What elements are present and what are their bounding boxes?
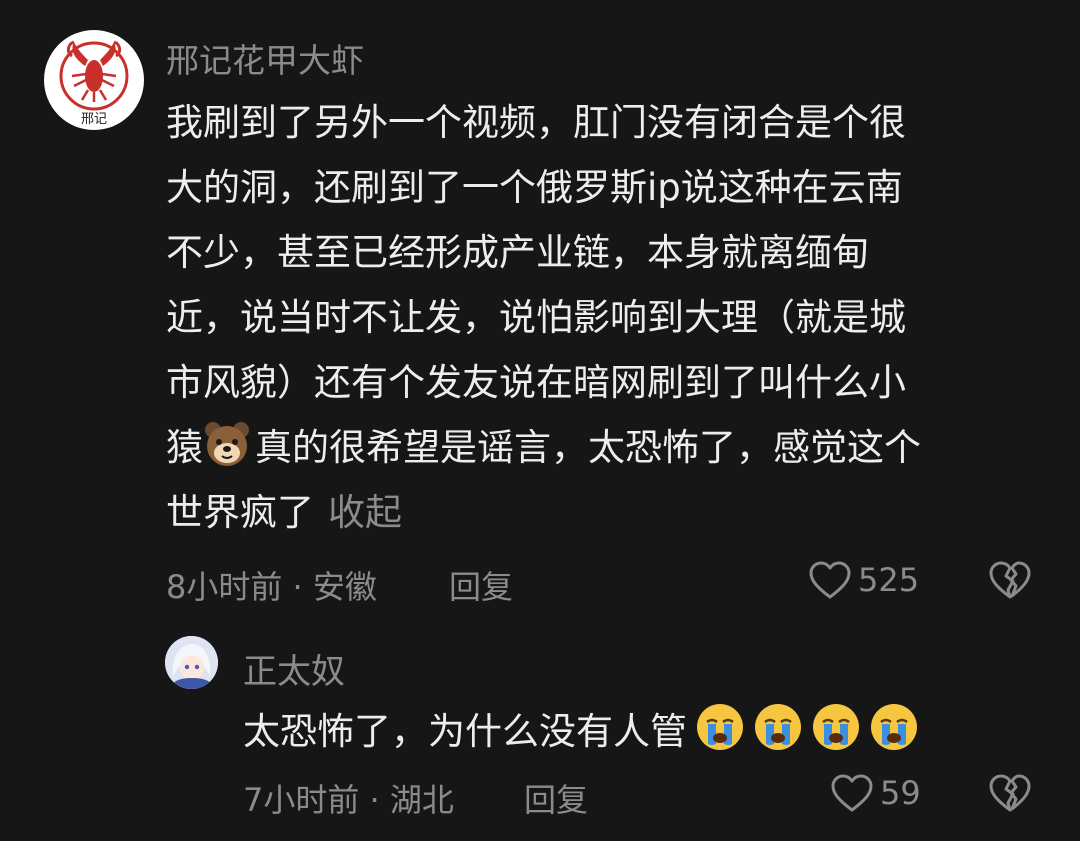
- comment-body: 我刷到了另外一个视频，肛门没有闭合是个很 大的洞，还刷到了一个俄罗斯ip说这种在…: [166, 90, 1026, 545]
- reply-text: 太恐怖了，为什么没有人管: [243, 710, 687, 753]
- reply-body: 太恐怖了，为什么没有人管: [243, 702, 1043, 762]
- like-count: 525: [858, 561, 920, 599]
- comment-line: 猿 真的很希望是谣言，太恐怖了，感觉这个: [166, 415, 1026, 480]
- like-button[interactable]: 525: [808, 560, 919, 600]
- collapse-button[interactable]: 收起: [328, 491, 402, 534]
- reply-meta: 7小时前 · 湖北: [243, 781, 454, 819]
- comment-line: 近，说当时不让发，说怕影响到大理（就是城: [166, 296, 906, 339]
- crying-face-emoji-icon: [869, 702, 919, 752]
- comment-line: 我刷到了另外一个视频，肛门没有闭合是个很: [166, 101, 906, 144]
- heart-icon: [831, 774, 873, 812]
- comment-meta: 8小时前 · 安徽: [166, 568, 377, 606]
- broken-heart-icon: [989, 561, 1031, 599]
- crying-face-emoji-icon: [811, 702, 861, 752]
- broken-heart-icon: [989, 774, 1031, 812]
- dog-face-emoji-icon: [203, 420, 251, 468]
- avatar-main[interactable]: 邢记: [44, 30, 144, 130]
- crying-face-emoji-icon: [695, 702, 745, 752]
- anime-avatar-icon: [165, 636, 218, 689]
- comment-line-last: 世界疯了: [166, 491, 314, 534]
- comment-line: 世界疯了 收起: [166, 480, 1026, 545]
- comment-line: 不少，甚至已经形成产业链，本身就离缅甸: [166, 231, 869, 274]
- crying-emoji-group: [687, 704, 919, 753]
- comment-username[interactable]: 邢记花甲大虾: [166, 34, 364, 82]
- heart-icon: [809, 561, 851, 599]
- comment-line: 市风貌）还有个发友说在暗网刷到了叫什么小: [166, 361, 906, 404]
- reply-like-count: 59: [880, 774, 921, 812]
- reply-reply-button[interactable]: 回复: [524, 775, 588, 821]
- dislike-button[interactable]: [988, 560, 1032, 604]
- reply-dislike-button[interactable]: [988, 773, 1032, 817]
- reply-like-button[interactable]: 59: [830, 773, 921, 813]
- avatar-reply[interactable]: [165, 636, 218, 689]
- comment-line: 大的洞，还刷到了一个俄罗斯ip说这种在云南: [166, 166, 903, 209]
- crying-face-emoji-icon: [753, 702, 803, 752]
- comment-line-start: 猿: [166, 426, 203, 469]
- reply-username[interactable]: 正太奴: [243, 644, 345, 693]
- reply-button[interactable]: 回复: [449, 562, 513, 608]
- avatar-logo-text: 邢记: [81, 112, 107, 127]
- lobster-logo-icon: 邢记: [46, 32, 142, 128]
- comment-line-rest: 真的很希望是谣言，太恐怖了，感觉这个: [255, 426, 921, 469]
